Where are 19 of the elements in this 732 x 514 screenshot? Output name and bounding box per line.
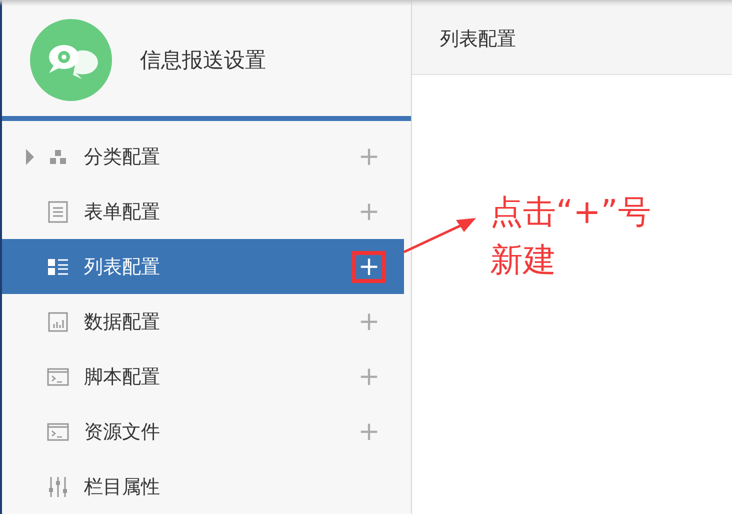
menu-item[interactable]: 资源文件 +: [2, 404, 404, 459]
menu-item[interactable]: 列表配置 +: [2, 239, 404, 294]
add-button[interactable]: +: [352, 250, 386, 282]
menu-item[interactable]: 表单配置 +: [2, 184, 404, 239]
menu-item[interactable]: 栏目属性: [2, 459, 404, 514]
panel-title: 列表配置: [412, 4, 732, 75]
app-title: 信息报送设置: [140, 47, 266, 74]
list-icon: [47, 256, 69, 276]
terminal-icon: [47, 368, 69, 386]
chart-icon: [48, 312, 68, 332]
sliders-icon: [48, 476, 68, 498]
caret-right-icon[interactable]: [25, 148, 35, 166]
menu-item[interactable]: 脚本配置 +: [2, 349, 404, 404]
form-icon: [48, 200, 68, 222]
terminal-icon: [47, 422, 69, 440]
annotation-text: 新建: [490, 239, 557, 281]
annotation-text: 点击“+”号: [490, 191, 651, 233]
menu-item[interactable]: 分类配置 +: [2, 129, 404, 184]
menu-item[interactable]: 数据配置 +: [2, 294, 404, 349]
